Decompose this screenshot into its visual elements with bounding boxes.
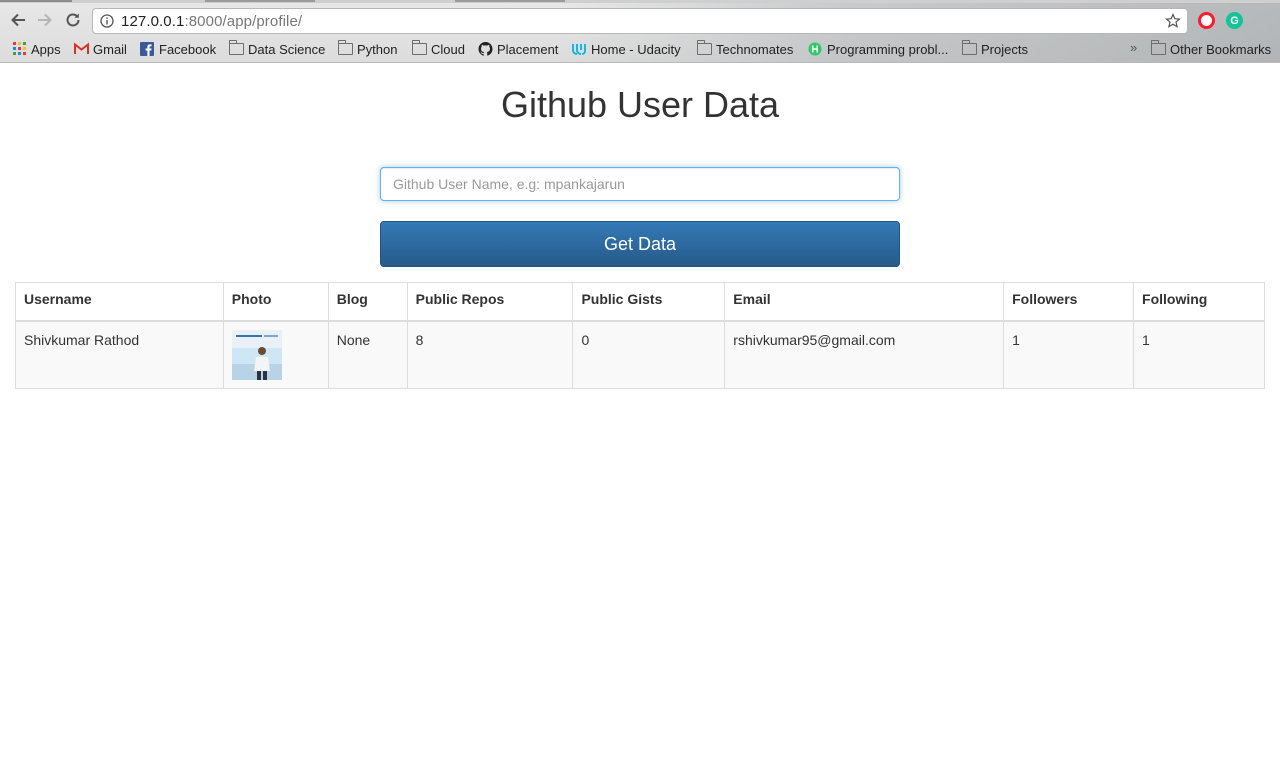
cell-public-repos: 8 <box>406 320 574 389</box>
bookmark-label: Technomates <box>716 41 794 57</box>
cell-username: Shivkumar Rathod <box>15 320 224 389</box>
page-content: Github User Data Get Data Username Photo… <box>0 64 1280 765</box>
column-header-followers: Followers <box>1003 282 1135 322</box>
forward-arrow-icon <box>38 13 52 27</box>
bookmark-python[interactable]: Python <box>337 40 398 58</box>
cell-followers: 1 <box>1003 320 1135 389</box>
bookmark-star-icon[interactable] <box>1165 13 1181 29</box>
bookmark-programming-problems[interactable]: Programming probl... <box>808 40 948 58</box>
url-text[interactable]: 127.0.0.1:8000/app/profile/ <box>121 13 302 30</box>
grammarly-letter: G <box>1230 14 1239 27</box>
column-header-blog: Blog <box>327 282 408 322</box>
bookmark-projects[interactable]: Projects <box>961 40 1028 58</box>
browser-toolbar: 127.0.0.1:8000/app/profile/ G Apps Gmail… <box>0 0 1280 63</box>
cell-photo <box>222 320 329 389</box>
bookmark-label: Apps <box>31 41 61 57</box>
apps-grid-icon <box>13 42 26 55</box>
url-host: 127.0.0.1 <box>121 13 185 30</box>
column-header-public-gists: Public Gists <box>572 282 726 322</box>
gmail-icon <box>74 42 89 54</box>
bookmark-label: Python <box>357 41 398 57</box>
folder-icon <box>1150 40 1166 56</box>
bookmark-label: Projects <box>981 41 1028 57</box>
column-header-public-repos: Public Repos <box>406 282 574 322</box>
info-icon[interactable] <box>100 14 114 28</box>
get-data-button[interactable]: Get Data <box>380 221 900 267</box>
bookmark-other-bookmarks[interactable]: Other Bookmarks <box>1150 40 1272 58</box>
hackerearth-icon <box>808 42 822 56</box>
reload-icon <box>66 13 80 27</box>
bookmark-label: Gmail <box>93 41 127 57</box>
column-header-email: Email <box>724 282 1005 322</box>
folder-icon <box>696 40 712 56</box>
bookmark-label: Placement <box>497 41 559 57</box>
bookmark-label: Cloud <box>431 41 465 57</box>
cell-email: rshivkumar95@gmail.com <box>724 320 1005 389</box>
folder-icon <box>411 40 427 56</box>
reload-button[interactable] <box>62 9 84 31</box>
tab-strip <box>0 0 1280 3</box>
column-header-following: Following <box>1133 282 1265 322</box>
grammarly-extension-icon[interactable]: G <box>1226 12 1243 29</box>
bookmark-gmail[interactable]: Gmail <box>74 40 127 58</box>
folder-icon <box>961 40 977 56</box>
bookmarks-overflow-chevron[interactable]: » <box>1130 40 1137 55</box>
back-button[interactable] <box>7 9 29 31</box>
cell-following: 1 <box>1133 320 1265 389</box>
github-icon <box>478 42 493 56</box>
bookmark-facebook[interactable]: Facebook <box>140 40 216 58</box>
bookmark-label: Data Science <box>248 41 326 57</box>
bookmark-cloud[interactable]: Cloud <box>411 40 465 58</box>
folder-icon <box>228 40 244 56</box>
bookmark-label: Home - Udacity <box>591 41 681 57</box>
page-title: Github User Data <box>500 84 780 125</box>
table-header-row: Username Photo Blog Public Repos Public … <box>15 282 1265 322</box>
bookmark-placement[interactable]: Placement <box>478 40 558 58</box>
back-arrow-icon <box>11 13 25 27</box>
facebook-icon <box>140 42 154 56</box>
column-header-photo: Photo <box>222 282 329 322</box>
folder-icon <box>337 40 353 56</box>
cell-public-gists: 0 <box>572 320 726 389</box>
opera-extension-icon[interactable] <box>1198 12 1215 29</box>
url-path: :8000/app/profile/ <box>184 13 303 30</box>
address-bar[interactable]: 127.0.0.1:8000/app/profile/ <box>92 8 1188 34</box>
table-row: Shivkumar Rathod None 8 0 rshivkumar95@g… <box>15 320 1265 389</box>
cell-blog: None <box>327 320 408 389</box>
udacity-icon <box>572 44 586 55</box>
bookmark-udacity[interactable]: Home - Udacity <box>572 40 681 58</box>
user-avatar <box>231 329 282 380</box>
github-username-input[interactable] <box>380 167 900 201</box>
column-header-username: Username <box>15 282 224 322</box>
bookmark-apps[interactable]: Apps <box>12 40 61 58</box>
bookmarks-bar: Apps Gmail Facebook Data Science Python … <box>0 38 1280 60</box>
bookmark-label: Other Bookmarks <box>1170 41 1272 57</box>
forward-button[interactable] <box>34 9 56 31</box>
bookmark-label: Programming probl... <box>827 41 949 57</box>
bookmark-label: Facebook <box>159 41 217 57</box>
bookmark-technomates[interactable]: Technomates <box>696 40 794 58</box>
bookmark-data-science[interactable]: Data Science <box>228 40 326 58</box>
user-data-table: Username Photo Blog Public Repos Public … <box>15 282 1265 389</box>
